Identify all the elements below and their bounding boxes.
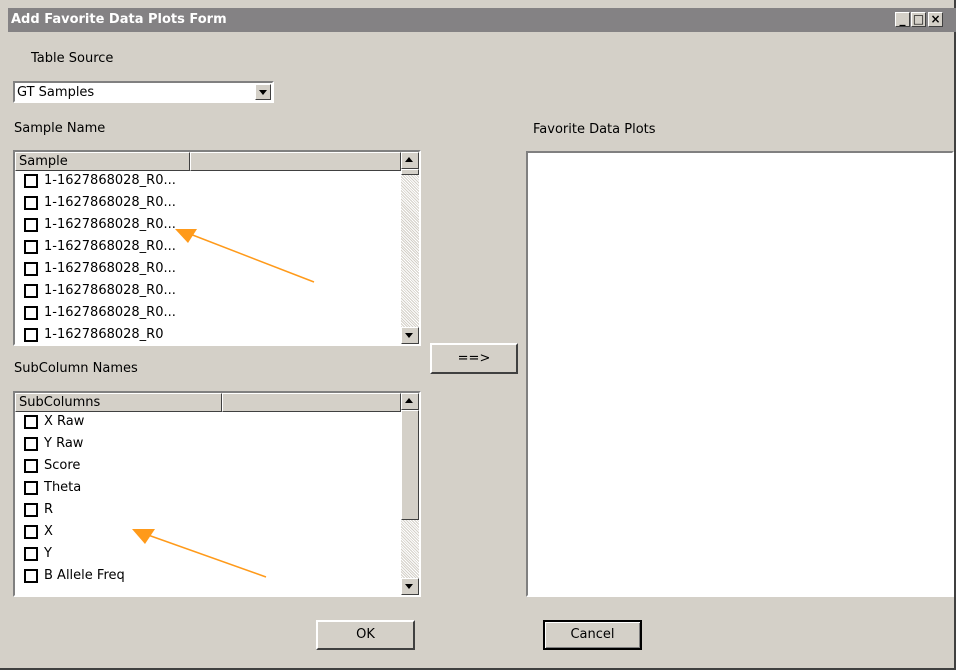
add-favorite-data-plots-window: Add Favorite Data Plots Form _ □ × Table…: [0, 0, 956, 670]
annotation-arrows: [132, 229, 315, 578]
annotation-arrow-subcolumns: [132, 529, 267, 578]
annotation-arrow-samples: [175, 229, 315, 283]
